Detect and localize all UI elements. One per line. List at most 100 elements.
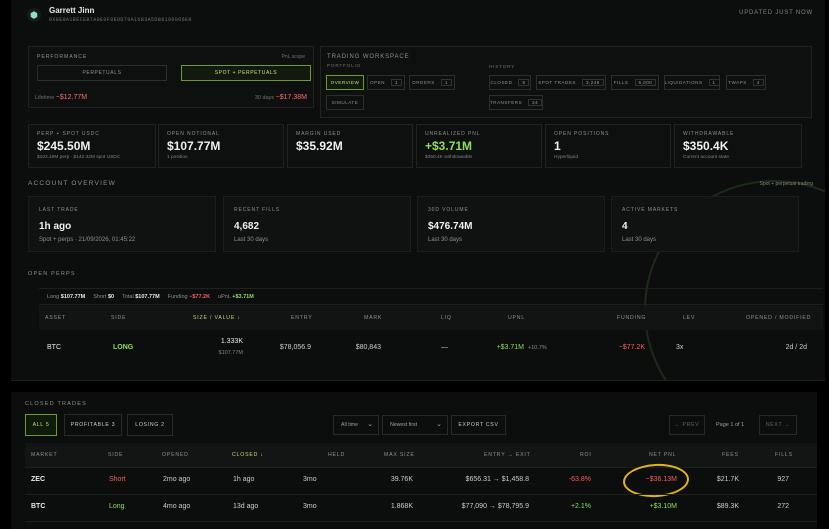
card-sub: 1 position	[167, 155, 188, 160]
card-value: +$3.71M	[425, 139, 473, 153]
card-sub: Hyperliquid	[554, 155, 578, 160]
col-entry[interactable]: ENTRY	[291, 315, 313, 321]
open-perps-summary: Long $107.77M Short $0 Total $107.77M Fu…	[39, 288, 823, 305]
performance-panel: PERFORMANCE PnL scope PERPETUALS SPOT + …	[28, 46, 314, 108]
col-opened[interactable]: OPENED	[162, 452, 189, 458]
overview-label: ACTIVE MARKETS	[622, 207, 679, 213]
col-side[interactable]: SIDE	[111, 315, 126, 321]
simulate-button[interactable]: SIMULATE	[326, 95, 364, 110]
row-market: BTC	[31, 503, 46, 510]
sort-filter-select[interactable]: Newest first ⌄	[382, 415, 448, 435]
card-value: $35.92M	[296, 139, 343, 153]
row-divider	[25, 521, 817, 522]
tab-all[interactable]: ALL 5	[25, 414, 57, 436]
col-lev[interactable]: LEV	[683, 315, 695, 321]
col-side[interactable]: SIDE	[108, 452, 123, 458]
overview-scope-label: Spot + perpetual trading	[759, 181, 813, 187]
summary-long: Long $107.77M	[47, 294, 85, 300]
card-label: UNREALIZED PNL	[425, 131, 481, 137]
30d-label: 30 days	[254, 95, 275, 101]
summary-upnl-label: uPnL	[218, 293, 231, 300]
col-funding[interactable]: FUNDING	[617, 315, 646, 321]
card-value: $107.77M	[167, 139, 221, 153]
overview-value: 1h ago	[39, 221, 72, 232]
summary-total-value: $107.77M	[135, 293, 160, 300]
tab-profitable[interactable]: PROFITABLE 3	[64, 414, 122, 436]
col-liq[interactable]: LIQ	[441, 315, 452, 321]
liquidations-button-label: LIQUIDATIONS	[664, 80, 703, 85]
col-fees[interactable]: FEES	[722, 452, 739, 458]
col-max-size[interactable]: MAX SIZE	[384, 452, 415, 458]
overview-active-markets: ACTIVE MARKETS 4 Last 30 days	[611, 196, 799, 252]
overview-value: 4	[622, 221, 628, 232]
row-roi: +2.1%	[570, 503, 591, 510]
card-label: OPEN NOTIONAL	[167, 131, 220, 137]
col-upnl[interactable]: UPNL	[508, 315, 525, 321]
row-upnl-pct: +10.7%	[528, 345, 547, 351]
col-fills[interactable]: FILLS	[775, 452, 793, 458]
transfers-button-label: TRANSFERS	[489, 100, 523, 105]
lifetime-value: −$12.77M	[55, 94, 88, 101]
row-held: 3mo	[303, 503, 317, 510]
card-label: WITHDRAWABLE	[683, 131, 735, 137]
card-open-notional: OPEN NOTIONAL $107.77M 1 position	[158, 124, 284, 168]
row-upnl: +$3.71M	[496, 344, 524, 351]
row-liq: —	[441, 344, 448, 351]
row-closed: 13d ago	[233, 503, 259, 510]
time-filter-select[interactable]: All time ⌄	[333, 415, 379, 435]
next-page-button[interactable]: NEXT →	[759, 415, 797, 435]
open-button-label: OPEN	[369, 80, 385, 85]
col-opened-modified[interactable]: OPENED / MODIFIED	[746, 315, 811, 321]
overview-value: $476.74M	[428, 221, 473, 232]
overview-label: 30D VOLUME	[428, 207, 469, 213]
orders-button[interactable]: ORDERS 1	[409, 75, 455, 90]
overview-sub: Spot + perps · 21/09/2026, 01:45:22	[39, 237, 136, 243]
tab-spot-perpetuals[interactable]: SPOT + PERPETUALS	[181, 65, 311, 81]
lifetime-label: Lifetime	[35, 95, 55, 101]
tab-perpetuals[interactable]: PERPETUALS	[37, 65, 167, 81]
export-csv-button[interactable]: EXPORT CSV	[451, 415, 506, 435]
orders-count: 1	[440, 79, 452, 86]
overview-button-label: OVERVIEW	[330, 80, 360, 85]
open-perps-title: OPEN PERPS	[28, 271, 76, 277]
row-asset: BTC	[47, 344, 61, 351]
overview-value: 4,682	[234, 221, 260, 232]
portfolio-label: PORTFOLIO	[327, 64, 361, 69]
col-closed[interactable]: CLOSED ↓	[232, 452, 264, 458]
spot-trades-button-label: SPOT TRADES	[538, 80, 576, 85]
col-held[interactable]: HELD	[328, 452, 345, 458]
tab-losing[interactable]: LOSING 2	[127, 414, 173, 436]
wallet-address[interactable]: 0X8E0A1BECEB7A0E0F0EDD79A16B3A5DB8106006…	[49, 17, 192, 23]
liquidations-button[interactable]: LIQUIDATIONS 1	[664, 75, 720, 90]
col-asset[interactable]: ASSET	[45, 315, 66, 321]
summary-total-label: Total	[122, 293, 134, 300]
closed-button[interactable]: CLOSED 5	[489, 75, 531, 90]
twaps-button-label: TWAPS	[728, 80, 747, 85]
row-fills: 927	[777, 476, 789, 483]
card-margin-used: MARGIN USED $35.92M	[287, 124, 413, 168]
transfers-button[interactable]: TRANSFERS 24	[489, 95, 543, 110]
col-mark[interactable]: MARK	[364, 315, 382, 321]
closed-trades-title: CLOSED TRADES	[25, 401, 87, 407]
col-entry-exit[interactable]: ENTRY → EXIT	[484, 452, 531, 458]
overview-button[interactable]: OVERVIEW	[326, 75, 364, 90]
row-closed: 1h ago	[233, 476, 255, 483]
overview-label: RECENT FILLS	[234, 207, 280, 213]
summary-short-label: Short	[93, 293, 107, 300]
time-filter-value: All time	[341, 422, 359, 428]
pnl-scope-label: PnL scope	[281, 54, 305, 60]
col-net-pnl[interactable]: NET PNL	[649, 452, 676, 458]
card-label: PERP + SPOT USDC	[37, 131, 100, 137]
spot-trades-button[interactable]: SPOT TRADES 3,248	[536, 75, 606, 90]
twaps-button[interactable]: TWAPS 4	[726, 75, 766, 90]
col-size-value[interactable]: SIZE / VALUE ↓	[193, 315, 241, 321]
workspace-title: TRADING WORKSPACE	[327, 54, 410, 60]
row-opened: 4mo ago	[163, 503, 191, 510]
fills-button[interactable]: FILLS 6,000	[611, 75, 659, 90]
prev-page-button[interactable]: ← PREV	[669, 415, 705, 435]
card-perp-spot-usdc: PERP + SPOT USDC $245.50M $103.18M perp …	[28, 124, 156, 168]
col-roi[interactable]: ROI	[580, 452, 592, 458]
open-button[interactable]: OPEN 1	[367, 75, 405, 90]
summary-total: Total $107.77M	[122, 294, 160, 300]
col-market[interactable]: MARKET	[31, 452, 57, 458]
